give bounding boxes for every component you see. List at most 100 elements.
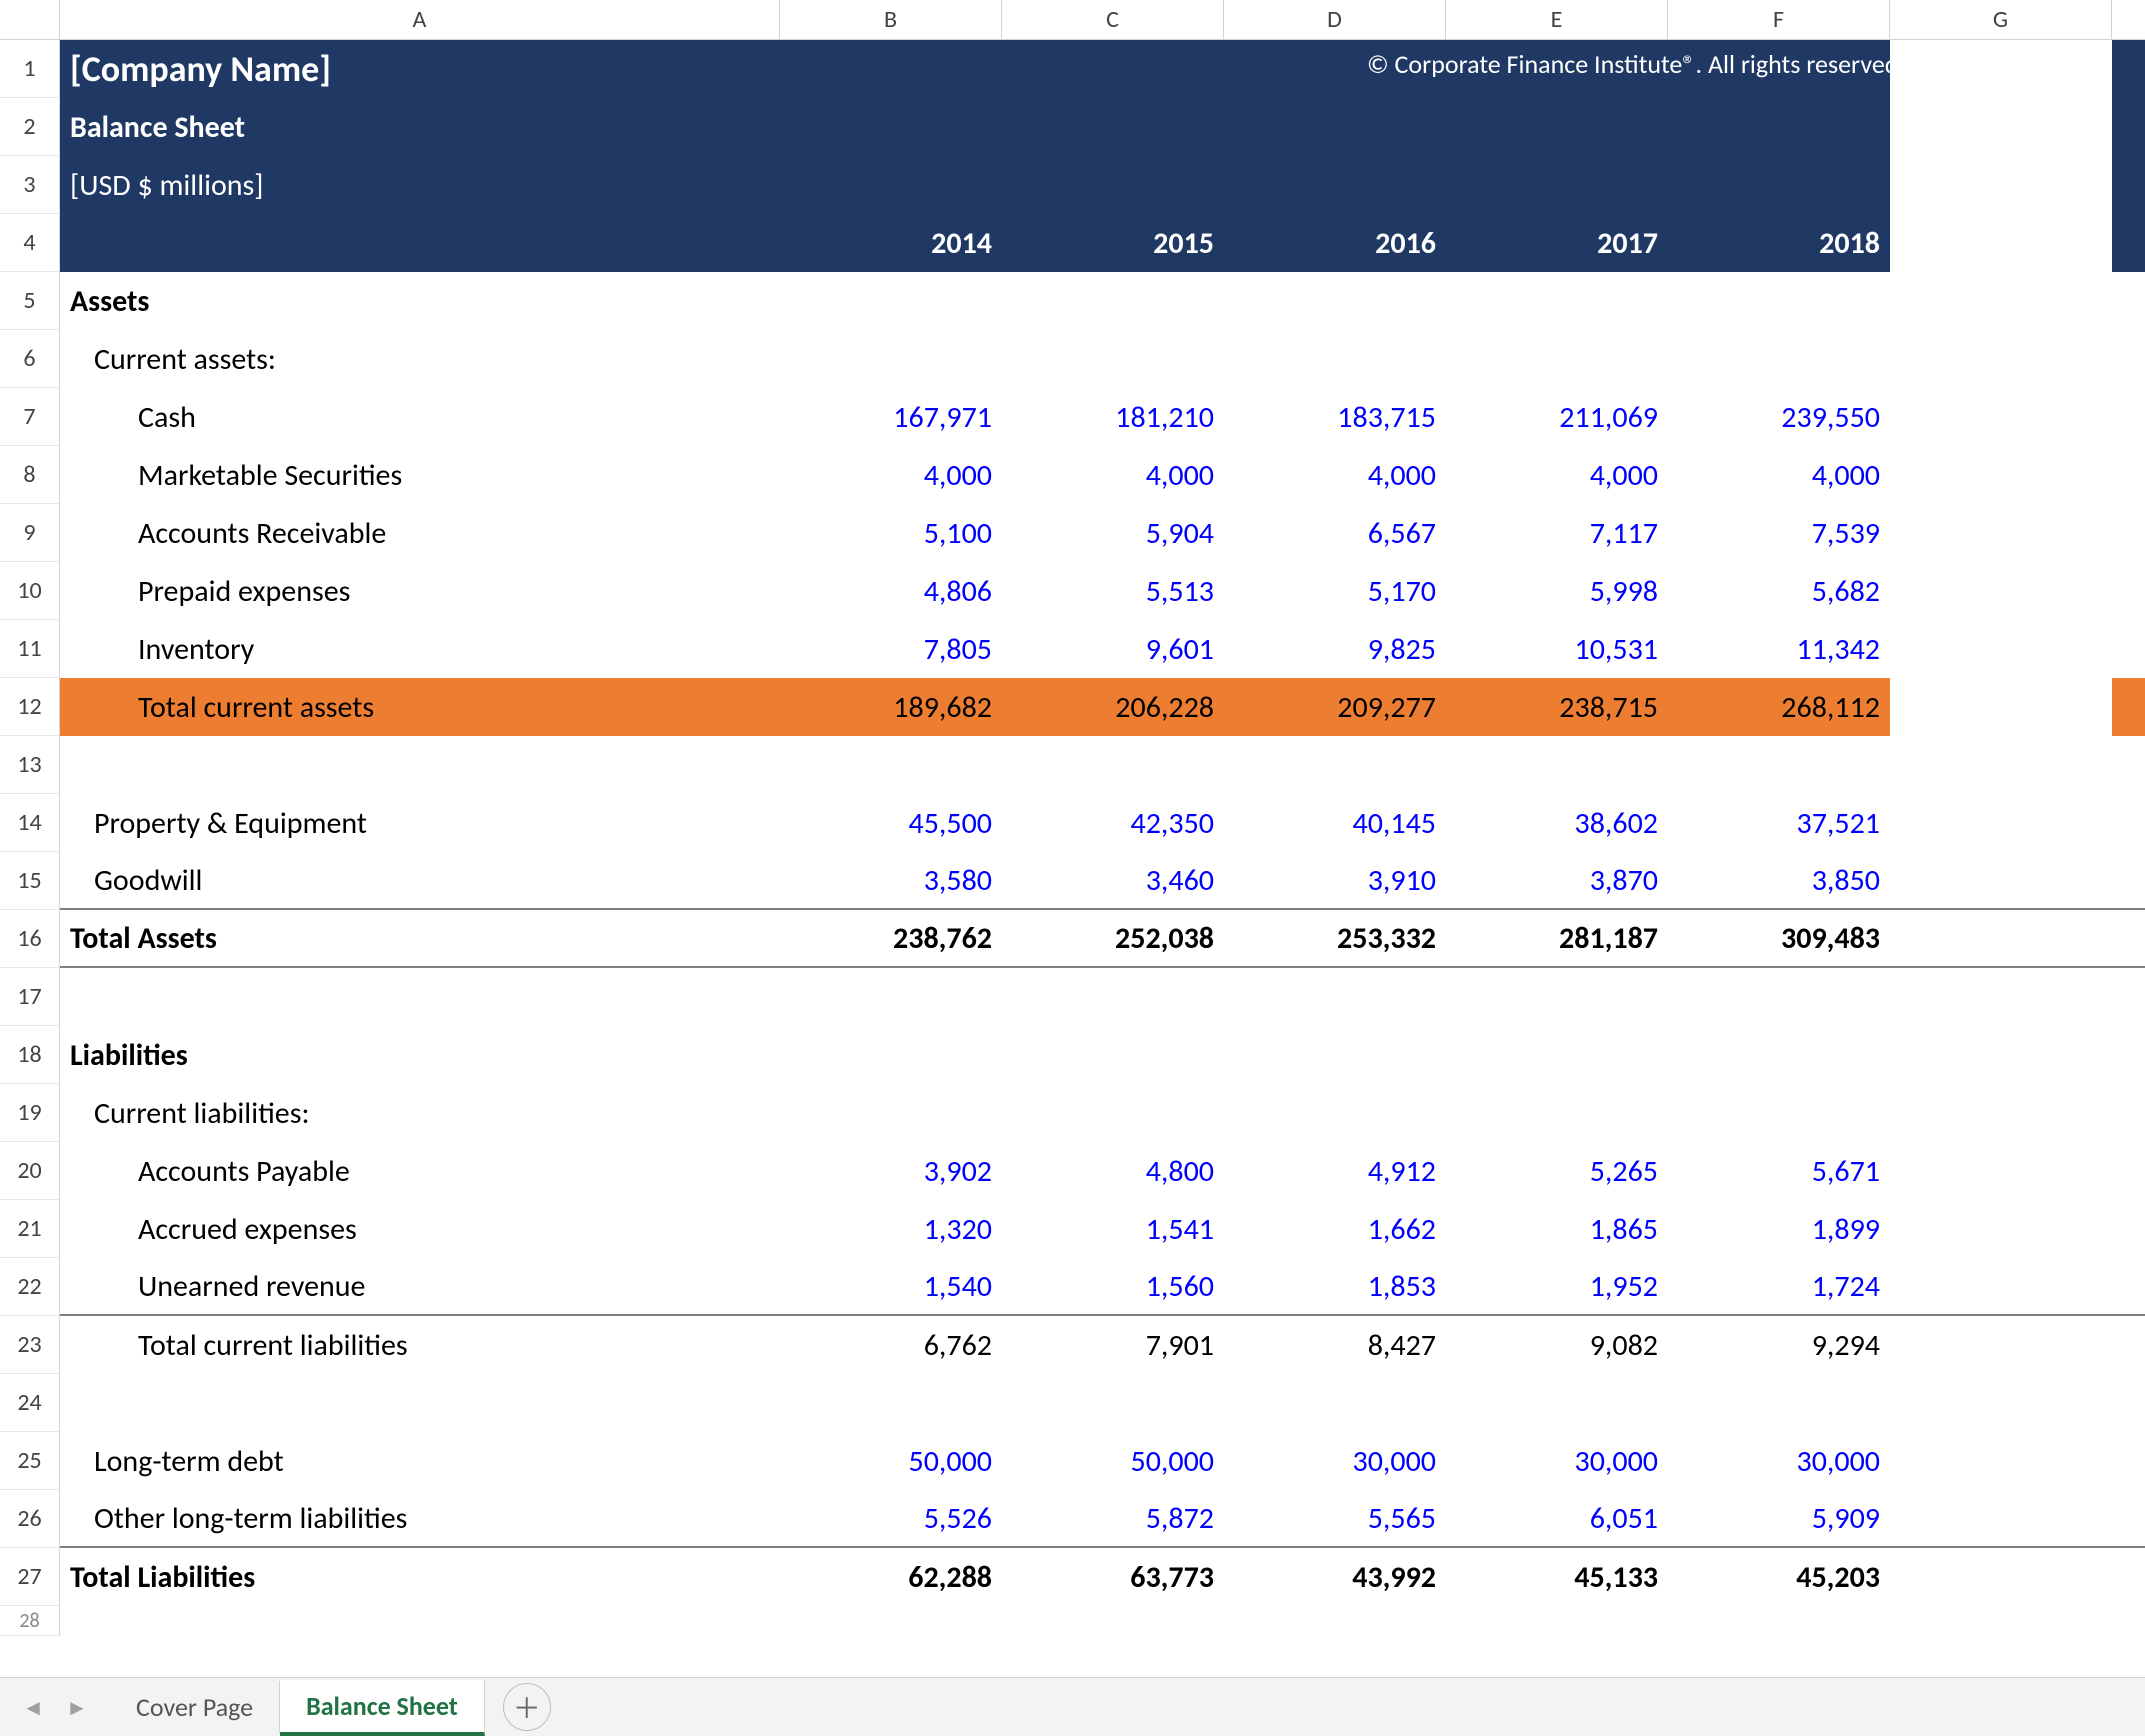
cell-B1[interactable] bbox=[780, 40, 1002, 98]
ta-2015[interactable]: 252,038 bbox=[1002, 910, 1224, 966]
row-20-cells[interactable]: Accounts Payable 3,902 4,800 4,912 5,265… bbox=[60, 1142, 2145, 1200]
cell-E3[interactable] bbox=[1446, 156, 1668, 214]
inventory-label[interactable]: Inventory bbox=[60, 620, 780, 678]
marketable-securities-label[interactable]: Marketable Securities bbox=[60, 446, 780, 504]
row-8-cells[interactable]: Marketable Securities 4,000 4,000 4,000 … bbox=[60, 446, 2145, 504]
row-header-2[interactable]: 2 bbox=[0, 98, 60, 156]
ur-2014[interactable]: 1,540 bbox=[780, 1258, 1002, 1314]
ltd-2016[interactable]: 30,000 bbox=[1224, 1432, 1446, 1490]
current-liabilities-label[interactable]: Current liabilities: bbox=[60, 1084, 780, 1142]
gw-2014[interactable]: 3,580 bbox=[780, 852, 1002, 908]
ar-2015[interactable]: 5,904 bbox=[1002, 504, 1224, 562]
ms-2018[interactable]: 4,000 bbox=[1668, 446, 1890, 504]
ta-2017[interactable]: 281,187 bbox=[1446, 910, 1668, 966]
cell-G11[interactable] bbox=[1890, 620, 2112, 678]
row-21-cells[interactable]: Accrued expenses 1,320 1,541 1,662 1,865… bbox=[60, 1200, 2145, 1258]
tca-2014[interactable]: 189,682 bbox=[780, 678, 1002, 736]
row-19-cells[interactable]: Current liabilities: bbox=[60, 1084, 2145, 1142]
cell-A4[interactable] bbox=[60, 214, 780, 272]
row-header-1[interactable]: 1 bbox=[0, 40, 60, 98]
ap-2015[interactable]: 4,800 bbox=[1002, 1142, 1224, 1200]
row-header-14[interactable]: 14 bbox=[0, 794, 60, 852]
year-2017[interactable]: 2017 bbox=[1446, 214, 1668, 272]
gw-2018[interactable]: 3,850 bbox=[1668, 852, 1890, 908]
ar-2016[interactable]: 6,567 bbox=[1224, 504, 1446, 562]
ta-2014[interactable]: 238,762 bbox=[780, 910, 1002, 966]
cell-C19[interactable] bbox=[1002, 1084, 1224, 1142]
ae-2015[interactable]: 1,541 bbox=[1002, 1200, 1224, 1258]
cell-A17[interactable] bbox=[60, 968, 780, 1026]
total-current-assets-label[interactable]: Total current assets bbox=[60, 678, 780, 736]
cell-C28[interactable] bbox=[1002, 1606, 1224, 1636]
row-25-cells[interactable]: Long-term debt 50,000 50,000 30,000 30,0… bbox=[60, 1432, 2145, 1490]
cell-G17[interactable] bbox=[1890, 968, 2112, 1026]
cell-G2[interactable] bbox=[1890, 98, 2112, 156]
cell-D19[interactable] bbox=[1224, 1084, 1446, 1142]
total-assets-label[interactable]: Total Assets bbox=[60, 910, 780, 966]
cell-D28[interactable] bbox=[1224, 1606, 1446, 1636]
gw-2017[interactable]: 3,870 bbox=[1446, 852, 1668, 908]
cell-E19[interactable] bbox=[1446, 1084, 1668, 1142]
year-2018[interactable]: 2018 bbox=[1668, 214, 1890, 272]
row-header-20[interactable]: 20 bbox=[0, 1142, 60, 1200]
tab-nav-next-icon[interactable]: ► bbox=[60, 1694, 94, 1721]
cell-F6[interactable] bbox=[1668, 330, 1890, 388]
ltd-2017[interactable]: 30,000 bbox=[1446, 1432, 1668, 1490]
inv-2017[interactable]: 10,531 bbox=[1446, 620, 1668, 678]
row-7-cells[interactable]: Cash 167,971 181,210 183,715 211,069 239… bbox=[60, 388, 2145, 446]
cell-F28[interactable] bbox=[1668, 1606, 1890, 1636]
cell-F2[interactable] bbox=[1668, 98, 1890, 156]
row-3-cells[interactable]: [USD $ millions] bbox=[60, 156, 2145, 214]
row-header-13[interactable]: 13 bbox=[0, 736, 60, 794]
cell-G20[interactable] bbox=[1890, 1142, 2112, 1200]
cell-G7[interactable] bbox=[1890, 388, 2112, 446]
row-22-cells[interactable]: Unearned revenue 1,540 1,560 1,853 1,952… bbox=[60, 1258, 2145, 1316]
cash-label[interactable]: Cash bbox=[60, 388, 780, 446]
pe-2015[interactable]: 5,513 bbox=[1002, 562, 1224, 620]
oltl-2015[interactable]: 5,872 bbox=[1002, 1490, 1224, 1546]
inv-2015[interactable]: 9,601 bbox=[1002, 620, 1224, 678]
cell-C18[interactable] bbox=[1002, 1026, 1224, 1084]
row-header-9[interactable]: 9 bbox=[0, 504, 60, 562]
cell-F13[interactable] bbox=[1668, 736, 1890, 794]
unearned-revenue-label[interactable]: Unearned revenue bbox=[60, 1258, 780, 1314]
cell-G23[interactable] bbox=[1890, 1316, 2112, 1374]
oltl-2014[interactable]: 5,526 bbox=[780, 1490, 1002, 1546]
liabilities-label[interactable]: Liabilities bbox=[60, 1026, 780, 1084]
col-header-E[interactable]: E bbox=[1446, 0, 1668, 39]
cell-G13[interactable] bbox=[1890, 736, 2112, 794]
tl-2015[interactable]: 63,773 bbox=[1002, 1548, 1224, 1606]
cell-B28[interactable] bbox=[780, 1606, 1002, 1636]
cell-A24[interactable] bbox=[60, 1374, 780, 1432]
cell-G19[interactable] bbox=[1890, 1084, 2112, 1142]
row-header-15[interactable]: 15 bbox=[0, 852, 60, 910]
cell-E28[interactable] bbox=[1446, 1606, 1668, 1636]
ta-2018[interactable]: 309,483 bbox=[1668, 910, 1890, 966]
ar-2014[interactable]: 5,100 bbox=[780, 504, 1002, 562]
ur-2016[interactable]: 1,853 bbox=[1224, 1258, 1446, 1314]
cell-F18[interactable] bbox=[1668, 1026, 1890, 1084]
cell-G3[interactable] bbox=[1890, 156, 2112, 214]
ae-2016[interactable]: 1,662 bbox=[1224, 1200, 1446, 1258]
long-term-debt-label[interactable]: Long-term debt bbox=[60, 1432, 780, 1490]
pe-2018[interactable]: 5,682 bbox=[1668, 562, 1890, 620]
ppe-2017[interactable]: 38,602 bbox=[1446, 794, 1668, 852]
ap-2018[interactable]: 5,671 bbox=[1668, 1142, 1890, 1200]
cell-A28[interactable] bbox=[60, 1606, 780, 1636]
ur-2015[interactable]: 1,560 bbox=[1002, 1258, 1224, 1314]
cell-G26[interactable] bbox=[1890, 1490, 2112, 1546]
row-header-11[interactable]: 11 bbox=[0, 620, 60, 678]
total-liabilities-label[interactable]: Total Liabilities bbox=[60, 1548, 780, 1606]
cell-G16[interactable] bbox=[1890, 910, 2112, 966]
other-lt-liabilities-label[interactable]: Other long-term liabilities bbox=[60, 1490, 780, 1546]
cell-B17[interactable] bbox=[780, 968, 1002, 1026]
row-header-22[interactable]: 22 bbox=[0, 1258, 60, 1316]
cell-G14[interactable] bbox=[1890, 794, 2112, 852]
property-equipment-label[interactable]: Property & Equipment bbox=[60, 794, 780, 852]
ap-2014[interactable]: 3,902 bbox=[780, 1142, 1002, 1200]
tab-balance-sheet[interactable]: Balance Sheet bbox=[280, 1680, 485, 1736]
units-cell[interactable]: [USD $ millions] bbox=[60, 156, 780, 214]
pe-2017[interactable]: 5,998 bbox=[1446, 562, 1668, 620]
select-all-corner[interactable] bbox=[0, 0, 60, 39]
cell-F24[interactable] bbox=[1668, 1374, 1890, 1432]
